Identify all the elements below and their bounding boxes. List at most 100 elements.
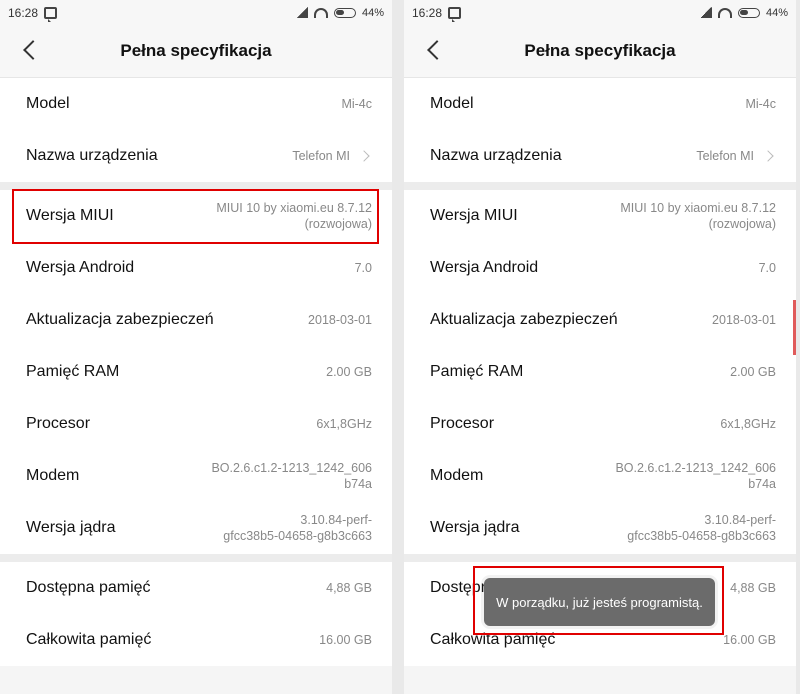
row-ram: Pamięć RAM 2.00 GB (0, 346, 392, 398)
row-value-line2: (rozwojowa) (304, 217, 372, 231)
row-processor: Procesor 6x1,8GHz (404, 398, 796, 450)
row-value-line1: BO.2.6.c1.2-1213_1242_606 (615, 461, 776, 475)
battery-icon (333, 7, 356, 18)
row-label: Wersja jądra (430, 519, 520, 536)
spec-group-3: Dostępna pamięć 4,88 GB Całkowita pamięć… (0, 562, 392, 666)
row-value-line2: b74a (344, 477, 372, 491)
row-label: Całkowita pamięć (430, 631, 556, 648)
row-value-line1: BO.2.6.c1.2-1213_1242_606 (211, 461, 372, 475)
row-total-storage: Całkowita pamięć 16.00 GB (0, 614, 392, 666)
row-device-name[interactable]: Nazwa urządzenia Telefon MI (0, 130, 392, 182)
row-model: Model Mi-4c (404, 78, 796, 130)
row-miui-version[interactable]: Wersja MIUI MIUI 10 by xiaomi.eu 8.7.12 (… (0, 190, 392, 242)
row-label: Procesor (26, 415, 91, 432)
row-value: 6x1,8GHz (316, 417, 372, 431)
page-title: Pełna specyfikacja (524, 41, 676, 60)
row-model: Model Mi-4c (0, 78, 392, 130)
row-label: Procesor (430, 415, 495, 432)
row-value: 4,88 GB (326, 581, 372, 595)
phone-screen-left: 16:28 44% Pełna specyfikacja Model Mi-4c… (0, 0, 392, 694)
row-value-line2: (rozwojowa) (708, 217, 776, 231)
row-processor: Procesor 6x1,8GHz (0, 398, 392, 450)
row-value: 7.0 (354, 261, 372, 275)
row-value: 2018-03-01 (308, 313, 372, 327)
row-modem: Modem BO.2.6.c1.2-1213_1242_606 b74a (0, 450, 392, 502)
status-bar: 16:28 44% (0, 0, 392, 25)
battery-level: 44% (765, 6, 788, 19)
row-miui-version[interactable]: Wersja MIUI MIUI 10 by xiaomi.eu 8.7.12 (… (404, 190, 796, 242)
wifi-icon (313, 7, 328, 18)
row-ram: Pamięć RAM 2.00 GB (404, 346, 796, 398)
row-android-version: Wersja Android 7.0 (404, 242, 796, 294)
row-label: Model (26, 95, 70, 112)
row-label: Aktualizacja zabezpieczeń (430, 311, 618, 328)
wifi-icon (717, 7, 732, 18)
battery-level: 44% (361, 6, 384, 19)
row-kernel: Wersja jądra 3.10.84-perf-gfcc38b5-04658… (0, 502, 392, 554)
row-value: 4,88 GB (730, 581, 776, 595)
row-label: Wersja jądra (26, 519, 116, 536)
row-label: Pamięć RAM (26, 363, 120, 380)
toast-text: W porządku, już jesteś programistą. (496, 594, 703, 610)
row-security-update: Aktualizacja zabezpieczeń 2018-03-01 (404, 294, 796, 346)
row-label: Model (430, 95, 474, 112)
row-value-line1: MIUI 10 by xiaomi.eu 8.7.12 (620, 201, 776, 215)
row-value: Mi-4c (745, 97, 776, 111)
signal-icon (295, 7, 308, 18)
row-available-storage: Dostępna pamięć 4,88 GB (0, 562, 392, 614)
row-label: Pamięć RAM (430, 363, 524, 380)
row-modem: Modem BO.2.6.c1.2-1213_1242_606 b74a (404, 450, 796, 502)
row-label: Wersja MIUI (430, 207, 518, 224)
message-icon (448, 6, 462, 22)
back-arrow-icon[interactable] (427, 40, 447, 60)
row-value-line2: gfcc38b5-04658-g8b3c663 (627, 529, 776, 543)
row-value-line2: b74a (748, 477, 776, 491)
row-value: 2.00 GB (730, 365, 776, 379)
status-time: 16:28 (412, 5, 443, 20)
signal-icon (699, 7, 712, 18)
row-value: 16.00 GB (723, 633, 776, 647)
row-label: Nazwa urządzenia (26, 147, 158, 164)
row-value: 7.0 (758, 261, 776, 275)
row-value: 2018-03-01 (712, 313, 776, 327)
row-value-line1: MIUI 10 by xiaomi.eu 8.7.12 (216, 201, 372, 215)
app-header: Pełna specyfikacja (404, 25, 796, 78)
row-android-version: Wersja Android 7.0 (0, 242, 392, 294)
toast-message: W porządku, już jesteś programistą. (484, 578, 715, 626)
row-label: Nazwa urządzenia (430, 147, 562, 164)
scroll-indicator (793, 300, 796, 355)
row-value: 6x1,8GHz (720, 417, 776, 431)
row-kernel: Wersja jądra 3.10.84-perf-gfcc38b5-04658… (404, 502, 796, 554)
back-arrow-icon[interactable] (23, 40, 43, 60)
status-time: 16:28 (8, 5, 39, 20)
status-bar: 16:28 44% (404, 0, 796, 25)
message-icon (44, 6, 58, 22)
row-value: Mi-4c (341, 97, 372, 111)
chevron-right-icon (762, 150, 774, 162)
app-header: Pełna specyfikacja (0, 25, 392, 78)
row-security-update: Aktualizacja zabezpieczeń 2018-03-01 (0, 294, 392, 346)
row-value: Telefon MI (696, 149, 754, 163)
row-value: 2.00 GB (326, 365, 372, 379)
spec-group-2: Wersja MIUI MIUI 10 by xiaomi.eu 8.7.12 (… (404, 190, 796, 554)
spec-group-1: Model Mi-4c Nazwa urządzenia Telefon MI (0, 78, 392, 182)
row-label: Wersja Android (26, 259, 135, 276)
row-label: Modem (430, 467, 484, 484)
row-value-line1: 3.10.84-perf- (300, 513, 372, 527)
row-label: Wersja Android (430, 259, 539, 276)
spec-group-2: Wersja MIUI MIUI 10 by xiaomi.eu 8.7.12 (… (0, 190, 392, 554)
row-label: Modem (26, 467, 80, 484)
row-value-line2: gfcc38b5-04658-g8b3c663 (223, 529, 372, 543)
row-label: Aktualizacja zabezpieczeń (26, 311, 214, 328)
row-label: Dostępna pamięć (26, 579, 151, 596)
battery-icon (737, 7, 760, 18)
row-device-name[interactable]: Nazwa urządzenia Telefon MI (404, 130, 796, 182)
row-label: Wersja MIUI (26, 207, 114, 224)
row-value-line1: 3.10.84-perf- (704, 513, 776, 527)
row-label: Całkowita pamięć (26, 631, 152, 648)
row-value: Telefon MI (292, 149, 350, 163)
chevron-right-icon (358, 150, 370, 162)
page-title: Pełna specyfikacja (120, 41, 272, 60)
spec-group-1: Model Mi-4c Nazwa urządzenia Telefon MI (404, 78, 796, 182)
row-value: 16.00 GB (319, 633, 372, 647)
